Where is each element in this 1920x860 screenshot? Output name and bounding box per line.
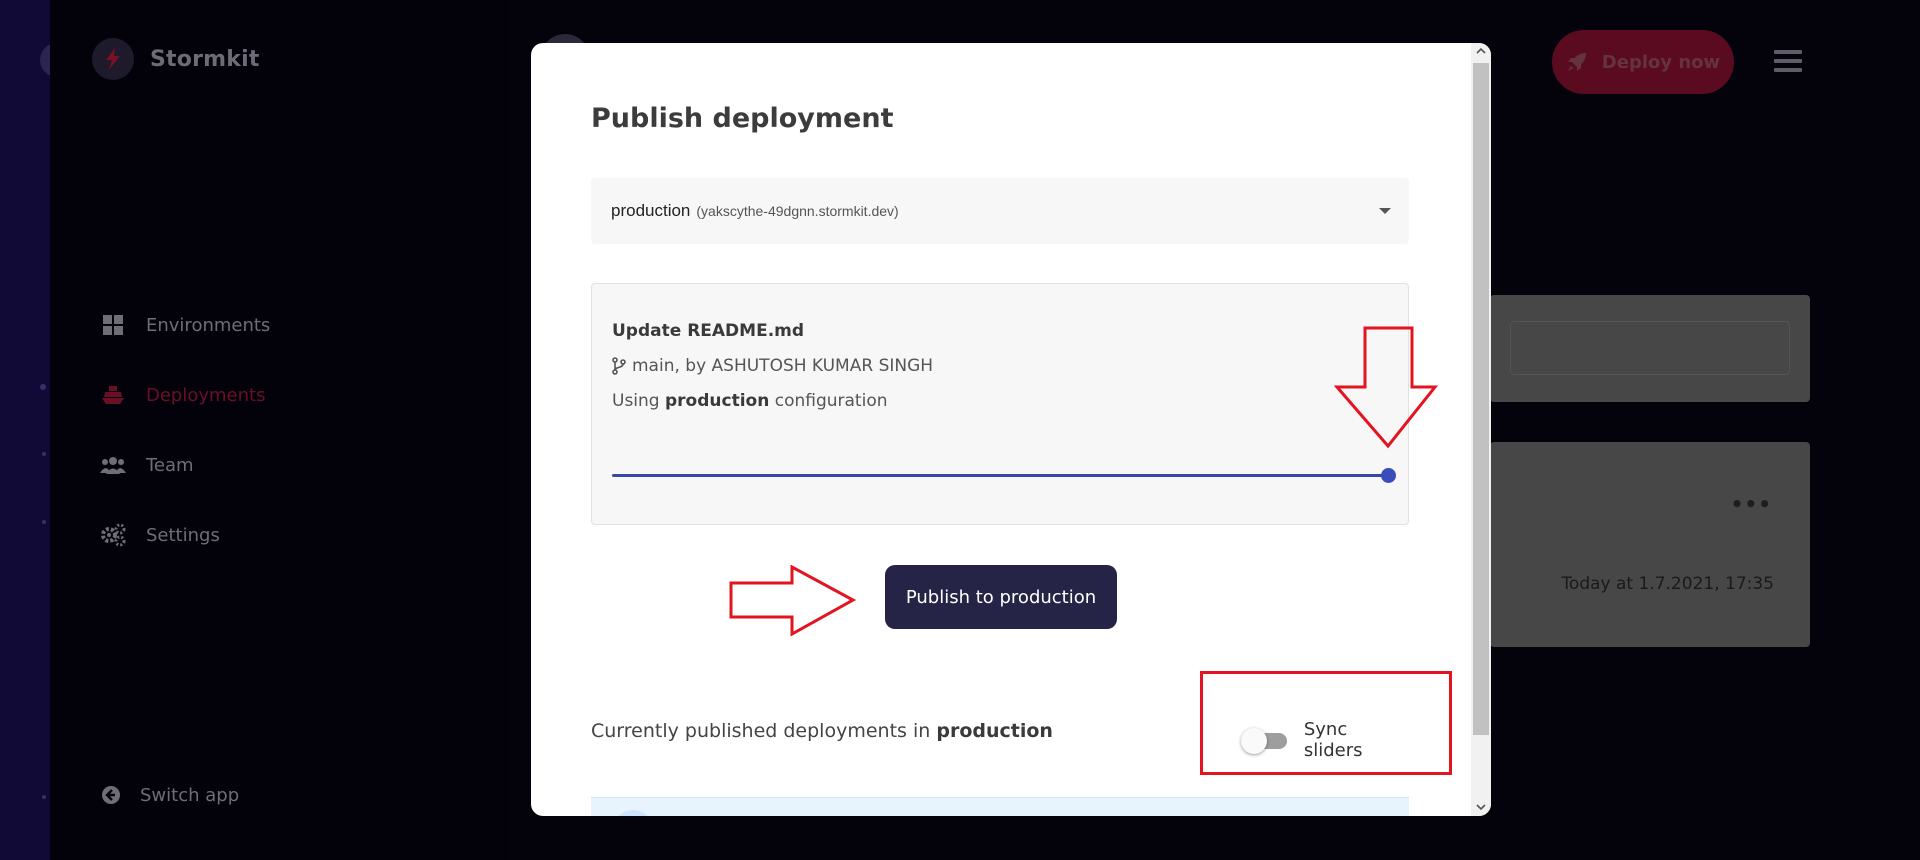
traffic-slider-thumb[interactable] [1381,468,1396,483]
sync-sliders-label: Sync sliders [1303,719,1363,761]
environment-select[interactable]: production (yakscythe-49dgnn.stormkit.de… [591,178,1409,244]
users-icon [100,452,126,478]
strip-marker [42,452,46,456]
more-options-icon[interactable]: ••• [1731,492,1772,516]
sidebar-item-team[interactable]: Team [100,430,270,500]
scroll-down-icon[interactable] [1475,801,1487,813]
sync-sliders-control: Sync sliders [1241,719,1409,761]
commit-branch-info: main, by ASHUTOSH KUMAR SINGH [612,356,933,376]
grid-icon [100,312,126,338]
branch-author-text: main, by ASHUTOSH KUMAR SINGH [632,356,934,376]
scrollbar-thumb[interactable] [1473,63,1489,735]
config-prefix: Using [612,391,660,411]
modal-body: Publish deployment production (yakscythe… [591,43,1409,816]
background-deployment-card: ••• Today at 1.7.2021, 17:35 [1490,442,1810,647]
published-deployment-item [591,797,1409,816]
commit-message: Update README.md [612,321,805,341]
switch-app-link[interactable]: Switch app [100,784,239,806]
caret-down-icon [1379,208,1391,214]
git-branch-icon [612,357,626,375]
modal-scrollbar[interactable] [1471,43,1491,816]
deploy-now-button[interactable]: Deploy now [1552,30,1734,94]
sidebar-item-settings[interactable]: Settings [100,500,270,570]
config-suffix: configuration [774,391,888,411]
strip-marker [42,520,46,524]
avatar [613,810,653,816]
strip-marker [42,795,46,799]
sidebar: Stormkit Environments Deployments Team S… [50,0,510,860]
switch-app-label: Switch app [140,784,240,806]
gears-icon [100,522,126,548]
sidebar-item-environments[interactable]: Environments [100,290,270,360]
environment-host: (yakscythe-49dgnn.stormkit.dev) [696,203,899,219]
traffic-slider-track[interactable] [612,474,1388,477]
sync-sliders-toggle[interactable] [1241,728,1288,754]
config-info: Using production configuration [612,391,888,411]
arrow-left-circle-icon [102,786,120,804]
rocket-icon [1567,53,1586,71]
publish-deployment-modal: Publish deployment production (yakscythe… [531,43,1491,816]
environment-name: production [611,201,691,220]
toggle-knob [1241,728,1267,754]
published-env: production [936,720,1053,742]
sidebar-item-label: Settings [146,524,220,546]
sidebar-item-deployments[interactable]: Deployments [100,360,270,430]
deployment-card: Update README.md main, by ASHUTOSH KUMAR… [591,283,1409,525]
published-deployments-heading: Currently published deployments in produ… [591,720,1053,742]
deploy-now-label: Deploy now [1601,51,1721,73]
left-app-strip [0,0,74,860]
background-card-inner [1510,321,1790,375]
sidebar-item-label: Deployments [146,384,266,406]
ship-icon [100,382,126,408]
sidebar-nav: Environments Deployments Team Settings [100,290,270,570]
config-env: production [665,391,770,411]
brand[interactable]: Stormkit [92,38,260,80]
sidebar-item-label: Environments [146,314,271,336]
strip-marker [40,384,46,390]
scroll-up-icon[interactable] [1475,45,1487,57]
stormkit-logo-icon [92,38,134,80]
brand-name: Stormkit [150,46,260,72]
sidebar-item-label: Team [146,454,194,476]
deployment-time: Today at 1.7.2021, 17:35 [1561,574,1774,594]
publish-button[interactable]: Publish to production [885,565,1117,629]
modal-title: Publish deployment [591,103,894,134]
hamburger-menu-icon[interactable] [1774,50,1802,72]
published-prefix: Currently published deployments in [591,720,931,742]
background-card [1490,295,1810,402]
